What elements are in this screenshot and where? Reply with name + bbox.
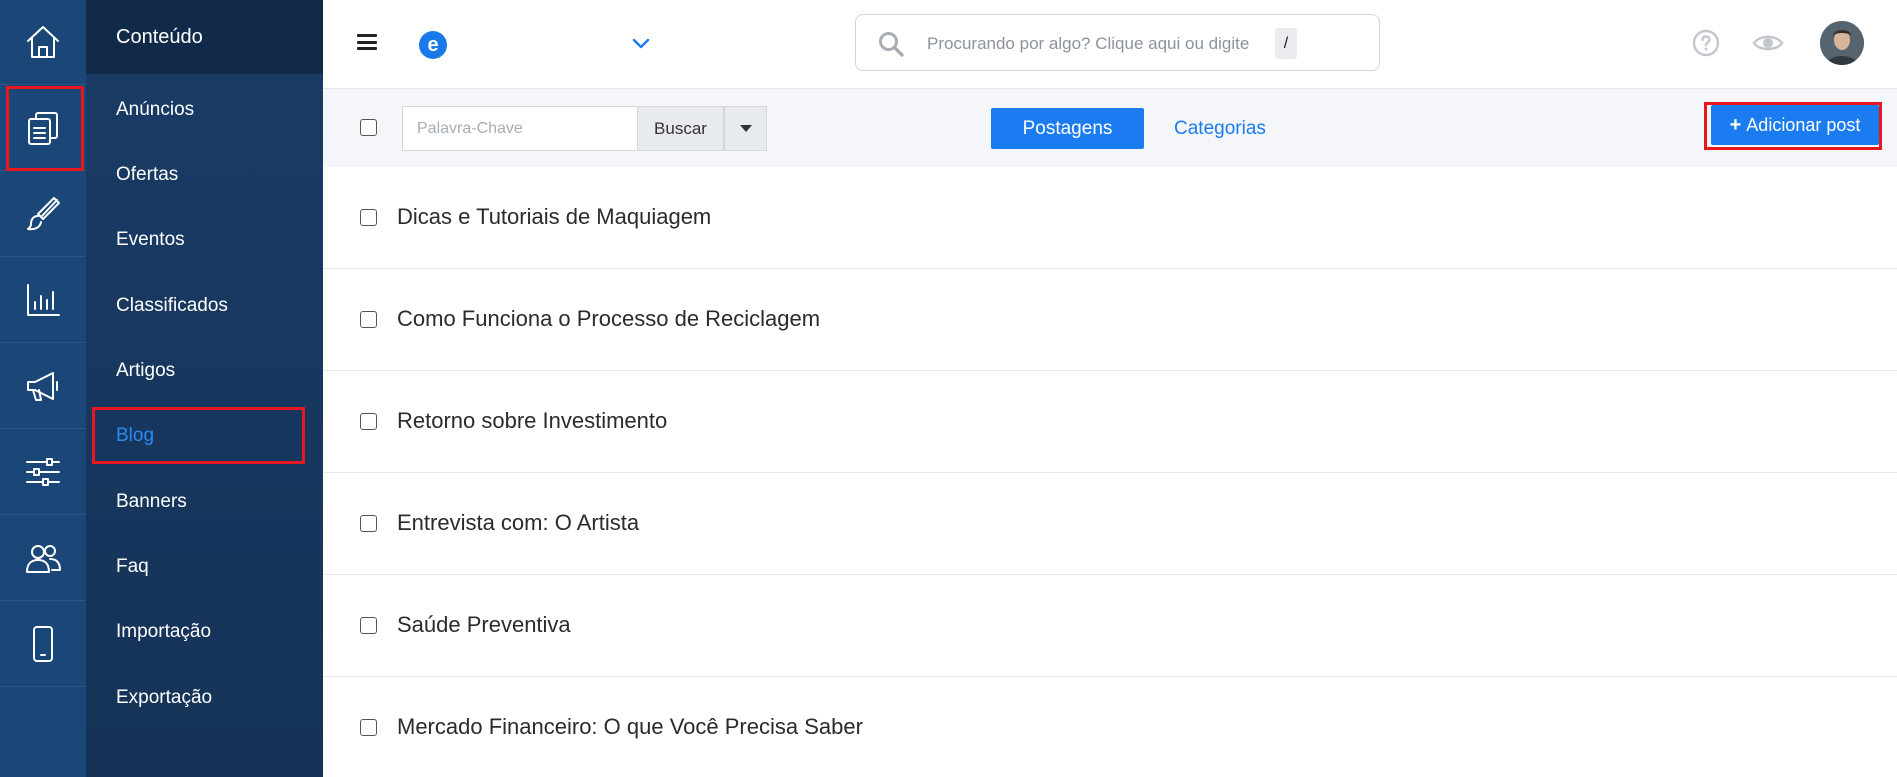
rail-marketing[interactable] [0, 344, 86, 429]
tab-postagens[interactable]: Postagens [991, 108, 1144, 149]
search-button[interactable]: Buscar [638, 106, 724, 151]
search-icon [879, 32, 904, 57]
search-options-dropdown[interactable] [724, 106, 767, 151]
rail-users[interactable] [0, 516, 86, 601]
add-post-button[interactable]: + Adicionar post [1711, 105, 1879, 145]
top-bar: e Procurando por algo? Clique aqui ou di… [323, 0, 1897, 89]
mobile-icon [33, 626, 53, 662]
row-checkbox[interactable] [360, 617, 377, 634]
sidebar-title: Conteúdo [86, 0, 323, 74]
tab-categorias[interactable]: Categorias [1174, 108, 1266, 149]
content-icon [28, 112, 58, 145]
post-title[interactable]: Mercado Financeiro: O que Você Precisa S… [397, 714, 863, 740]
rail-settings[interactable] [0, 430, 86, 515]
row-checkbox[interactable] [360, 515, 377, 532]
select-all-checkbox[interactable] [360, 119, 377, 136]
home-icon [27, 26, 59, 58]
sidebar-item-anuncios[interactable]: Anúncios [86, 90, 323, 130]
post-title[interactable]: Saúde Preventiva [397, 612, 571, 638]
row-checkbox[interactable] [360, 209, 377, 226]
add-post-label: Adicionar post [1746, 114, 1861, 135]
row-checkbox[interactable] [360, 719, 377, 736]
help-icon[interactable] [1692, 29, 1720, 57]
users-icon [26, 545, 61, 573]
brush-icon [27, 197, 60, 231]
sliders-icon [26, 458, 60, 486]
rail-reports[interactable] [0, 258, 86, 343]
brand-logo[interactable]: e [419, 31, 447, 59]
row-checkbox[interactable] [360, 413, 377, 430]
sidebar-item-artigos[interactable]: Artigos [86, 351, 323, 391]
menu-icon[interactable] [357, 34, 377, 50]
plus-icon: + [1729, 113, 1742, 136]
search-placeholder: Procurando por algo? Clique aqui ou digi… [927, 34, 1250, 53]
sidebar-item-importacao[interactable]: Importação [86, 612, 323, 652]
caret-down-icon [739, 125, 752, 132]
keyword-input[interactable] [402, 106, 638, 151]
list-item[interactable]: Dicas e Tutoriais de Maquiagem [323, 167, 1897, 269]
user-photo-icon [1820, 21, 1864, 65]
list-item[interactable]: Entrevista com: O Artista [323, 473, 1897, 575]
list-item[interactable]: Como Funciona o Processo de Reciclagem [323, 269, 1897, 371]
list-item[interactable]: Retorno sobre Investimento [323, 371, 1897, 473]
sidebar-item-blog[interactable]: Blog [86, 416, 323, 456]
post-title[interactable]: Como Funciona o Processo de Reciclagem [397, 306, 820, 332]
eye-icon[interactable] [1752, 29, 1784, 57]
list-item[interactable]: Mercado Financeiro: O que Você Precisa S… [323, 677, 1897, 777]
row-checkbox[interactable] [360, 311, 377, 328]
avatar[interactable] [1820, 21, 1864, 65]
post-title[interactable]: Entrevista com: O Artista [397, 510, 639, 536]
sidebar: Conteúdo Anúncios Ofertas Eventos Classi… [86, 0, 323, 777]
chart-icon [27, 284, 60, 316]
icon-rail [0, 0, 86, 777]
megaphone-icon [27, 372, 58, 401]
sidebar-item-classificados[interactable]: Classificados [86, 286, 323, 326]
sidebar-item-ofertas[interactable]: Ofertas [86, 155, 323, 195]
list-item[interactable]: Saúde Preventiva [323, 575, 1897, 677]
rail-content[interactable] [0, 86, 86, 171]
sidebar-item-exportacao[interactable]: Exportação [86, 678, 323, 718]
rail-design[interactable] [0, 172, 86, 257]
post-title[interactable]: Dicas e Tutoriais de Maquiagem [397, 204, 711, 230]
sidebar-item-banners[interactable]: Banners [86, 482, 323, 522]
post-title[interactable]: Retorno sobre Investimento [397, 408, 667, 434]
search-input[interactable]: Procurando por algo? Clique aqui ou digi… [855, 14, 1380, 71]
rail-home[interactable] [0, 0, 86, 85]
search-shortcut-key: / [1275, 28, 1297, 59]
sidebar-item-eventos[interactable]: Eventos [86, 220, 323, 260]
rail-mobile[interactable] [0, 602, 86, 687]
sidebar-item-faq[interactable]: Faq [86, 547, 323, 587]
chevron-down-icon[interactable] [631, 36, 651, 50]
toolbar: Buscar Postagens Categorias + Adicionar … [323, 89, 1897, 167]
